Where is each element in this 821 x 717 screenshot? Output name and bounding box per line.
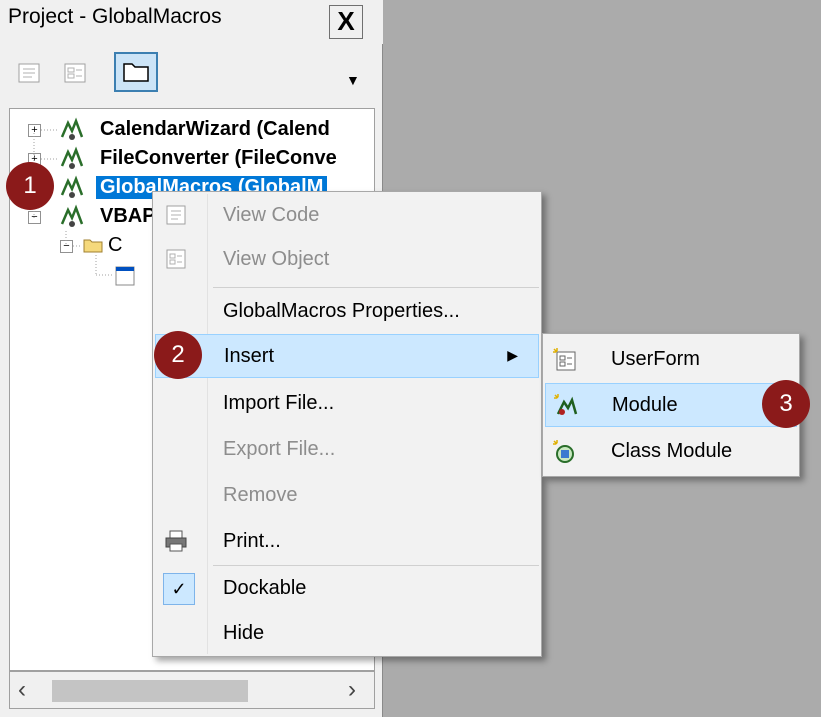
printer-icon: [165, 530, 187, 552]
menu-item-import-file[interactable]: Import File...: [155, 382, 539, 426]
check-icon: ✓: [163, 573, 195, 605]
menu-item-insert[interactable]: Insert ▶: [155, 334, 539, 378]
menu-item-label: View Object: [223, 248, 330, 270]
close-button[interactable]: X: [329, 5, 363, 39]
panel-toolbar: ▼: [0, 44, 383, 98]
view-object-button[interactable]: [60, 58, 90, 88]
horizontal-scrollbar[interactable]: ‹ ›: [9, 671, 375, 709]
menu-item-print[interactable]: Print...: [155, 520, 539, 564]
toggle-folders-button[interactable]: [114, 52, 158, 92]
menu-item-label: Import File...: [223, 392, 335, 414]
menu-item-label: Insert: [224, 345, 275, 367]
menu-item-export-file[interactable]: Export File...: [155, 428, 539, 472]
context-menu: View Code View Object GlobalMacros Prope…: [152, 191, 542, 657]
submenu-arrow-icon: ▶: [507, 347, 518, 363]
menu-item-remove[interactable]: Remove: [155, 474, 539, 518]
submenu-item-module[interactable]: Module: [545, 383, 797, 427]
panel-title: Project - GlobalMacros: [8, 5, 222, 28]
view-object-icon: [166, 249, 186, 269]
menu-item-label: Print...: [223, 530, 281, 552]
panel-titlebar: Project - GlobalMacros X: [0, 0, 383, 44]
step-badge-3: 3: [762, 380, 810, 428]
userform-icon: [553, 348, 576, 371]
scroll-left-icon[interactable]: ‹: [18, 676, 26, 704]
step-badge-2: 2: [154, 331, 202, 379]
step-badge-1: 1: [6, 162, 54, 210]
menu-item-label: Hide: [223, 622, 265, 644]
scroll-thumb[interactable]: [52, 680, 248, 702]
menu-item-properties[interactable]: GlobalMacros Properties...: [155, 290, 539, 334]
toolbar-dropdown-icon[interactable]: ▼: [346, 72, 360, 88]
scroll-right-icon[interactable]: ›: [348, 676, 356, 704]
submenu-item-userform[interactable]: UserForm: [545, 338, 797, 382]
submenu-item-class-module[interactable]: Class Module: [545, 430, 797, 474]
tree-item-label: CalendarWizard (Calend: [100, 118, 330, 140]
submenu-item-label: Class Module: [611, 440, 733, 462]
view-code-icon: [18, 63, 40, 83]
menu-item-view-code[interactable]: View Code: [155, 194, 539, 238]
class-module-icon: [553, 440, 574, 463]
menu-separator: [213, 287, 539, 288]
folder-icon: [123, 63, 149, 82]
menu-item-label: Dockable: [223, 577, 307, 599]
menu-item-label: Export File...: [223, 438, 336, 460]
module-icon: [554, 394, 578, 415]
tree-item-label: FileConverter (FileConve: [100, 147, 337, 169]
menu-separator: [213, 565, 539, 566]
view-object-icon: [64, 63, 86, 83]
menu-item-view-object[interactable]: View Object: [155, 238, 539, 282]
menu-item-label: View Code: [223, 204, 320, 226]
menu-item-dockable[interactable]: ✓ Dockable: [155, 567, 539, 611]
menu-item-hide[interactable]: Hide: [155, 612, 539, 656]
view-code-button[interactable]: [14, 58, 44, 88]
submenu-item-label: Module: [612, 394, 678, 416]
submenu-item-label: UserForm: [611, 348, 700, 370]
menu-item-label: Remove: [223, 484, 298, 506]
view-code-icon: [166, 205, 186, 225]
menu-item-label: GlobalMacros Properties...: [223, 300, 460, 322]
